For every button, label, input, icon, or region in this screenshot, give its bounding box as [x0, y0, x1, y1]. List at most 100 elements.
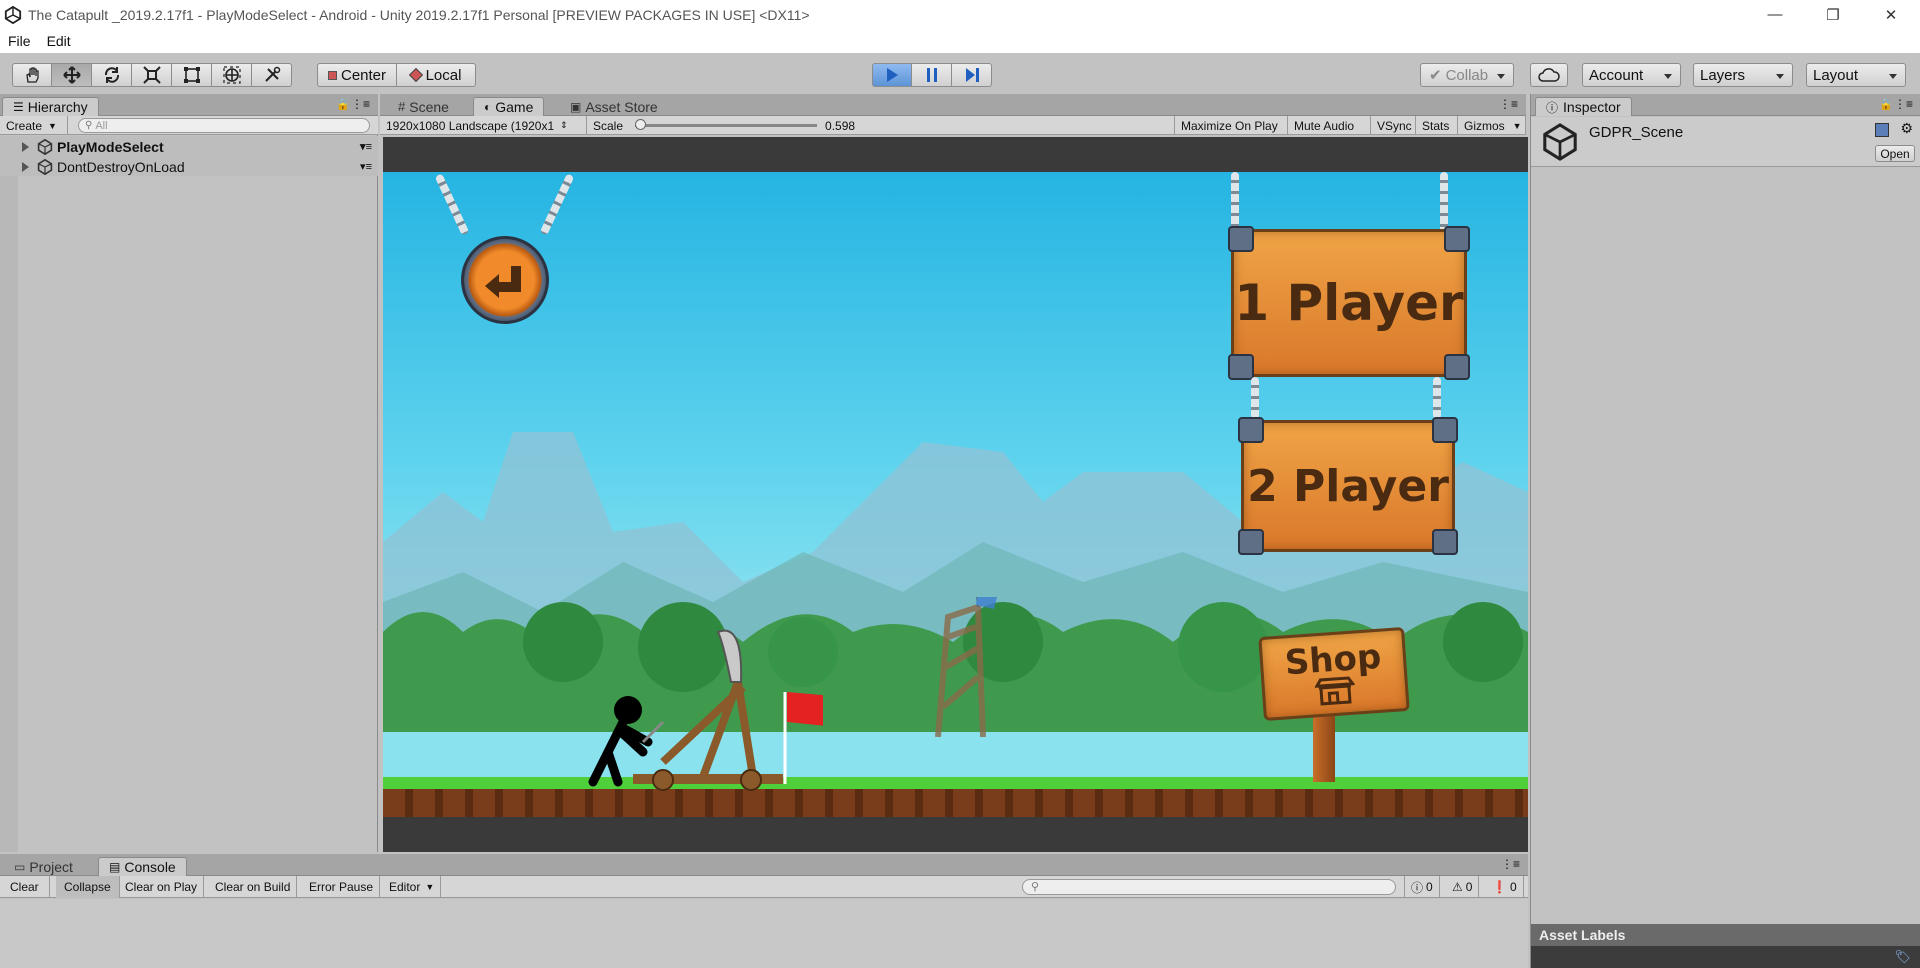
tab-inspector[interactable]: ⓘ Inspector [1535, 97, 1632, 116]
layers-dropdown[interactable]: Layers [1693, 63, 1793, 87]
tab-hierarchy[interactable]: ☰ Hierarchy [2, 97, 99, 116]
step-button[interactable] [952, 63, 992, 87]
tab-game[interactable]: ◐ Game [473, 97, 545, 116]
mute-audio-toggle[interactable]: Mute Audio [1288, 116, 1371, 135]
back-button[interactable] [461, 236, 549, 324]
scene-dontdestroyonload-label: DontDestroyOnLoad [57, 158, 185, 175]
transform-tools [12, 63, 292, 87]
warning-filter-toggle[interactable]: ⚠ 0 [1446, 876, 1480, 898]
list-item[interactable]: PlayModeSelect ▾≡ [0, 137, 378, 156]
tag-icon[interactable]: 🏷 [1894, 949, 1911, 965]
collapse-toggle[interactable]: Collapse [56, 876, 120, 898]
vsync-toggle[interactable]: VSync [1371, 116, 1416, 135]
panel-menu-icon[interactable]: ⋮≡ [1499, 97, 1518, 111]
search-icon: ⚲ [85, 120, 93, 131]
vsync-label: VSync [1377, 118, 1412, 133]
lock-icon[interactable]: 🔒 [336, 98, 350, 111]
menu-file[interactable]: File [0, 33, 39, 49]
resolution-dropdown[interactable]: 1920x1080 Landscape (1920x1 ⇕ [380, 116, 587, 135]
clear-on-build-toggle[interactable]: Clear on Build [209, 876, 298, 898]
hierarchy-gutter [0, 176, 18, 852]
bolt-icon [1238, 529, 1264, 555]
layers-label: Layers [1700, 66, 1746, 84]
info-filter-toggle[interactable]: ⓘ 0 [1404, 876, 1440, 898]
rect-tool-icon[interactable] [172, 63, 212, 87]
transform-all-tool-icon[interactable] [212, 63, 252, 87]
game-view[interactable]: 1 Player 2 Player Shop [383, 137, 1528, 852]
list-item[interactable]: DontDestroyOnLoad ▾≡ [0, 157, 378, 176]
pivot-center-button[interactable]: Center [317, 63, 397, 87]
window-title: The Catapult _2019.2.17f1 - PlayModeSele… [28, 6, 810, 23]
play-button[interactable] [872, 63, 912, 87]
play-controls [872, 63, 992, 87]
console-search-input[interactable]: ⚲ [1022, 879, 1396, 895]
bolt-icon [1228, 226, 1254, 252]
panel-menu-icon[interactable]: ⋮≡ [351, 97, 370, 111]
scale-slider-knob[interactable] [635, 119, 647, 130]
error-pause-label: Error Pause [309, 880, 374, 894]
tab-console[interactable]: ▤ Console [98, 857, 187, 876]
scene-icon [37, 158, 53, 175]
item-menu-icon[interactable]: ▾≡ [360, 160, 372, 173]
panel-menu-icon[interactable]: ⋮≡ [1501, 857, 1520, 871]
item-menu-icon[interactable]: ▾≡ [360, 140, 372, 153]
warning-count: 0 [1465, 880, 1473, 894]
error-filter-toggle[interactable]: ❗ 0 [1486, 876, 1524, 898]
restore-button[interactable]: ❐ [1804, 0, 1862, 29]
store-icon: ▣ [570, 99, 582, 114]
chain [1440, 172, 1448, 232]
shop-button[interactable]: Shop [1258, 627, 1410, 721]
window-titlebar: The Catapult _2019.2.17f1 - PlayModeSele… [0, 0, 1920, 29]
move-tool-icon[interactable] [52, 63, 92, 87]
hierarchy-search-input[interactable]: ⚲ All [78, 118, 370, 133]
gizmos-dropdown[interactable]: Gizmos ▼ [1458, 116, 1526, 135]
open-button[interactable]: Open [1875, 145, 1915, 162]
game-icon: ◐ [484, 100, 492, 114]
pause-button[interactable] [912, 63, 952, 87]
expand-arrow-icon[interactable] [22, 141, 29, 152]
cloud-button[interactable] [1530, 63, 1568, 87]
gear-icon[interactable]: ⚙ [1900, 120, 1913, 137]
stats-label: Stats [1422, 118, 1450, 133]
scale-tool-icon[interactable] [132, 63, 172, 87]
pivot-local-button[interactable]: Local [397, 63, 476, 87]
scale-label: Scale [593, 118, 624, 133]
panel-menu-icon[interactable]: ⋮≡ [1894, 97, 1913, 111]
info-icon: ⓘ [1411, 880, 1424, 895]
scale-value: 0.598 [825, 118, 856, 133]
game-canvas: 1 Player 2 Player Shop [383, 172, 1528, 817]
inspector-tabbar: ⓘ Inspector 🔒 ⋮≡ [1531, 94, 1920, 116]
error-pause-toggle[interactable]: Error Pause [303, 876, 381, 898]
layout-dropdown[interactable]: Layout [1806, 63, 1906, 87]
folder-icon: ▭ [14, 859, 26, 874]
account-label: Account [1589, 66, 1644, 84]
one-player-button[interactable]: 1 Player [1228, 226, 1470, 380]
hand-tool-icon[interactable] [12, 63, 52, 87]
tab-scene[interactable]: # Scene [388, 97, 459, 116]
expand-arrow-icon[interactable] [22, 161, 29, 172]
clear-button[interactable]: Clear [0, 876, 50, 898]
editor-dropdown[interactable]: Editor ▼ [383, 876, 442, 898]
mute-label: Mute Audio [1294, 118, 1355, 133]
stats-toggle[interactable]: Stats [1416, 116, 1458, 135]
tab-asset-store[interactable]: ▣ Asset Store [560, 97, 668, 116]
create-dropdown[interactable]: Create ▼ [0, 116, 68, 135]
menu-edit[interactable]: Edit [39, 33, 79, 49]
minimize-button[interactable]: — [1746, 0, 1804, 29]
tab-project[interactable]: ▭ Project [4, 857, 83, 876]
clear-on-play-toggle[interactable]: Clear on Play [119, 876, 205, 898]
two-player-button[interactable]: 2 Player [1238, 417, 1458, 555]
gizmos-label: Gizmos [1464, 118, 1505, 133]
scale-slider-track[interactable] [635, 119, 818, 130]
close-button[interactable]: ✕ [1862, 0, 1920, 29]
store-icon [1314, 676, 1356, 706]
bolt-icon [1432, 417, 1458, 443]
help-book-icon[interactable] [1875, 123, 1889, 137]
lock-icon[interactable]: 🔒 [1879, 98, 1893, 111]
rotate-tool-icon[interactable] [92, 63, 132, 87]
collab-dropdown[interactable]: ✔ Collab [1420, 63, 1514, 87]
custom-tool-icon[interactable] [252, 63, 292, 87]
scale-control: Scale 0.598 [587, 116, 960, 135]
maximize-on-play-toggle[interactable]: Maximize On Play [1174, 116, 1288, 135]
account-dropdown[interactable]: Account [1582, 63, 1681, 87]
